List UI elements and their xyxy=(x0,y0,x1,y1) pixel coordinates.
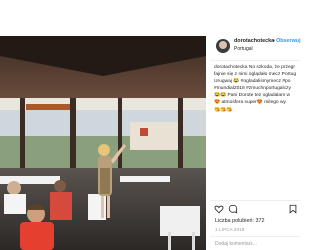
comment-divider xyxy=(210,236,300,237)
heart-icon[interactable] xyxy=(214,204,224,214)
location-link[interactable]: Portugal xyxy=(234,46,253,52)
post-photo[interactable] xyxy=(0,36,206,250)
caption-line: dorotachotecka No szkoda, że przegr xyxy=(214,65,296,70)
separator-dot: • xyxy=(273,38,275,44)
post-sidebar: dorotachotecka • Obserwuj Portugal dorot… xyxy=(210,36,301,250)
avatar[interactable] xyxy=(216,39,230,53)
caption-line: fajnie się z nimi oglądało mecz Portug xyxy=(214,72,297,78)
caption-line: 😂😂 Pani Dorote tez ogladalam w xyxy=(214,93,291,99)
caption-line: #mundial2018 #zmuchnportugalczy xyxy=(214,86,291,92)
instagram-post: dorotachotecka • Obserwuj Portugal dorot… xyxy=(0,0,301,250)
caption-line: 😘😘😘 xyxy=(214,107,233,113)
post-header: dorotachotecka • Obserwuj Portugal xyxy=(210,36,301,58)
likes-count[interactable]: Liczba polubień: 372 xyxy=(215,218,264,224)
post-actions xyxy=(210,204,300,216)
post-caption: dorotachotecka No szkoda, że przegr fajn… xyxy=(214,64,300,114)
follow-button[interactable]: Obserwuj xyxy=(276,38,301,44)
add-comment-input[interactable]: Dodaj komentarz... xyxy=(215,241,257,247)
author-username[interactable]: dorotachotecka xyxy=(234,38,274,44)
caption-line: Urugwaj 😂 #ogladalismymecz #po xyxy=(214,79,291,85)
comment-icon[interactable] xyxy=(228,204,238,214)
bookmark-icon[interactable] xyxy=(288,204,298,214)
post-date: 1 LIPCA 2018 xyxy=(215,227,245,232)
header-divider xyxy=(210,60,300,61)
restaurant-scene-image xyxy=(0,36,206,250)
caption-line: 😍 atmosfera super😍 milego wy xyxy=(214,100,286,106)
actions-divider xyxy=(210,200,300,201)
